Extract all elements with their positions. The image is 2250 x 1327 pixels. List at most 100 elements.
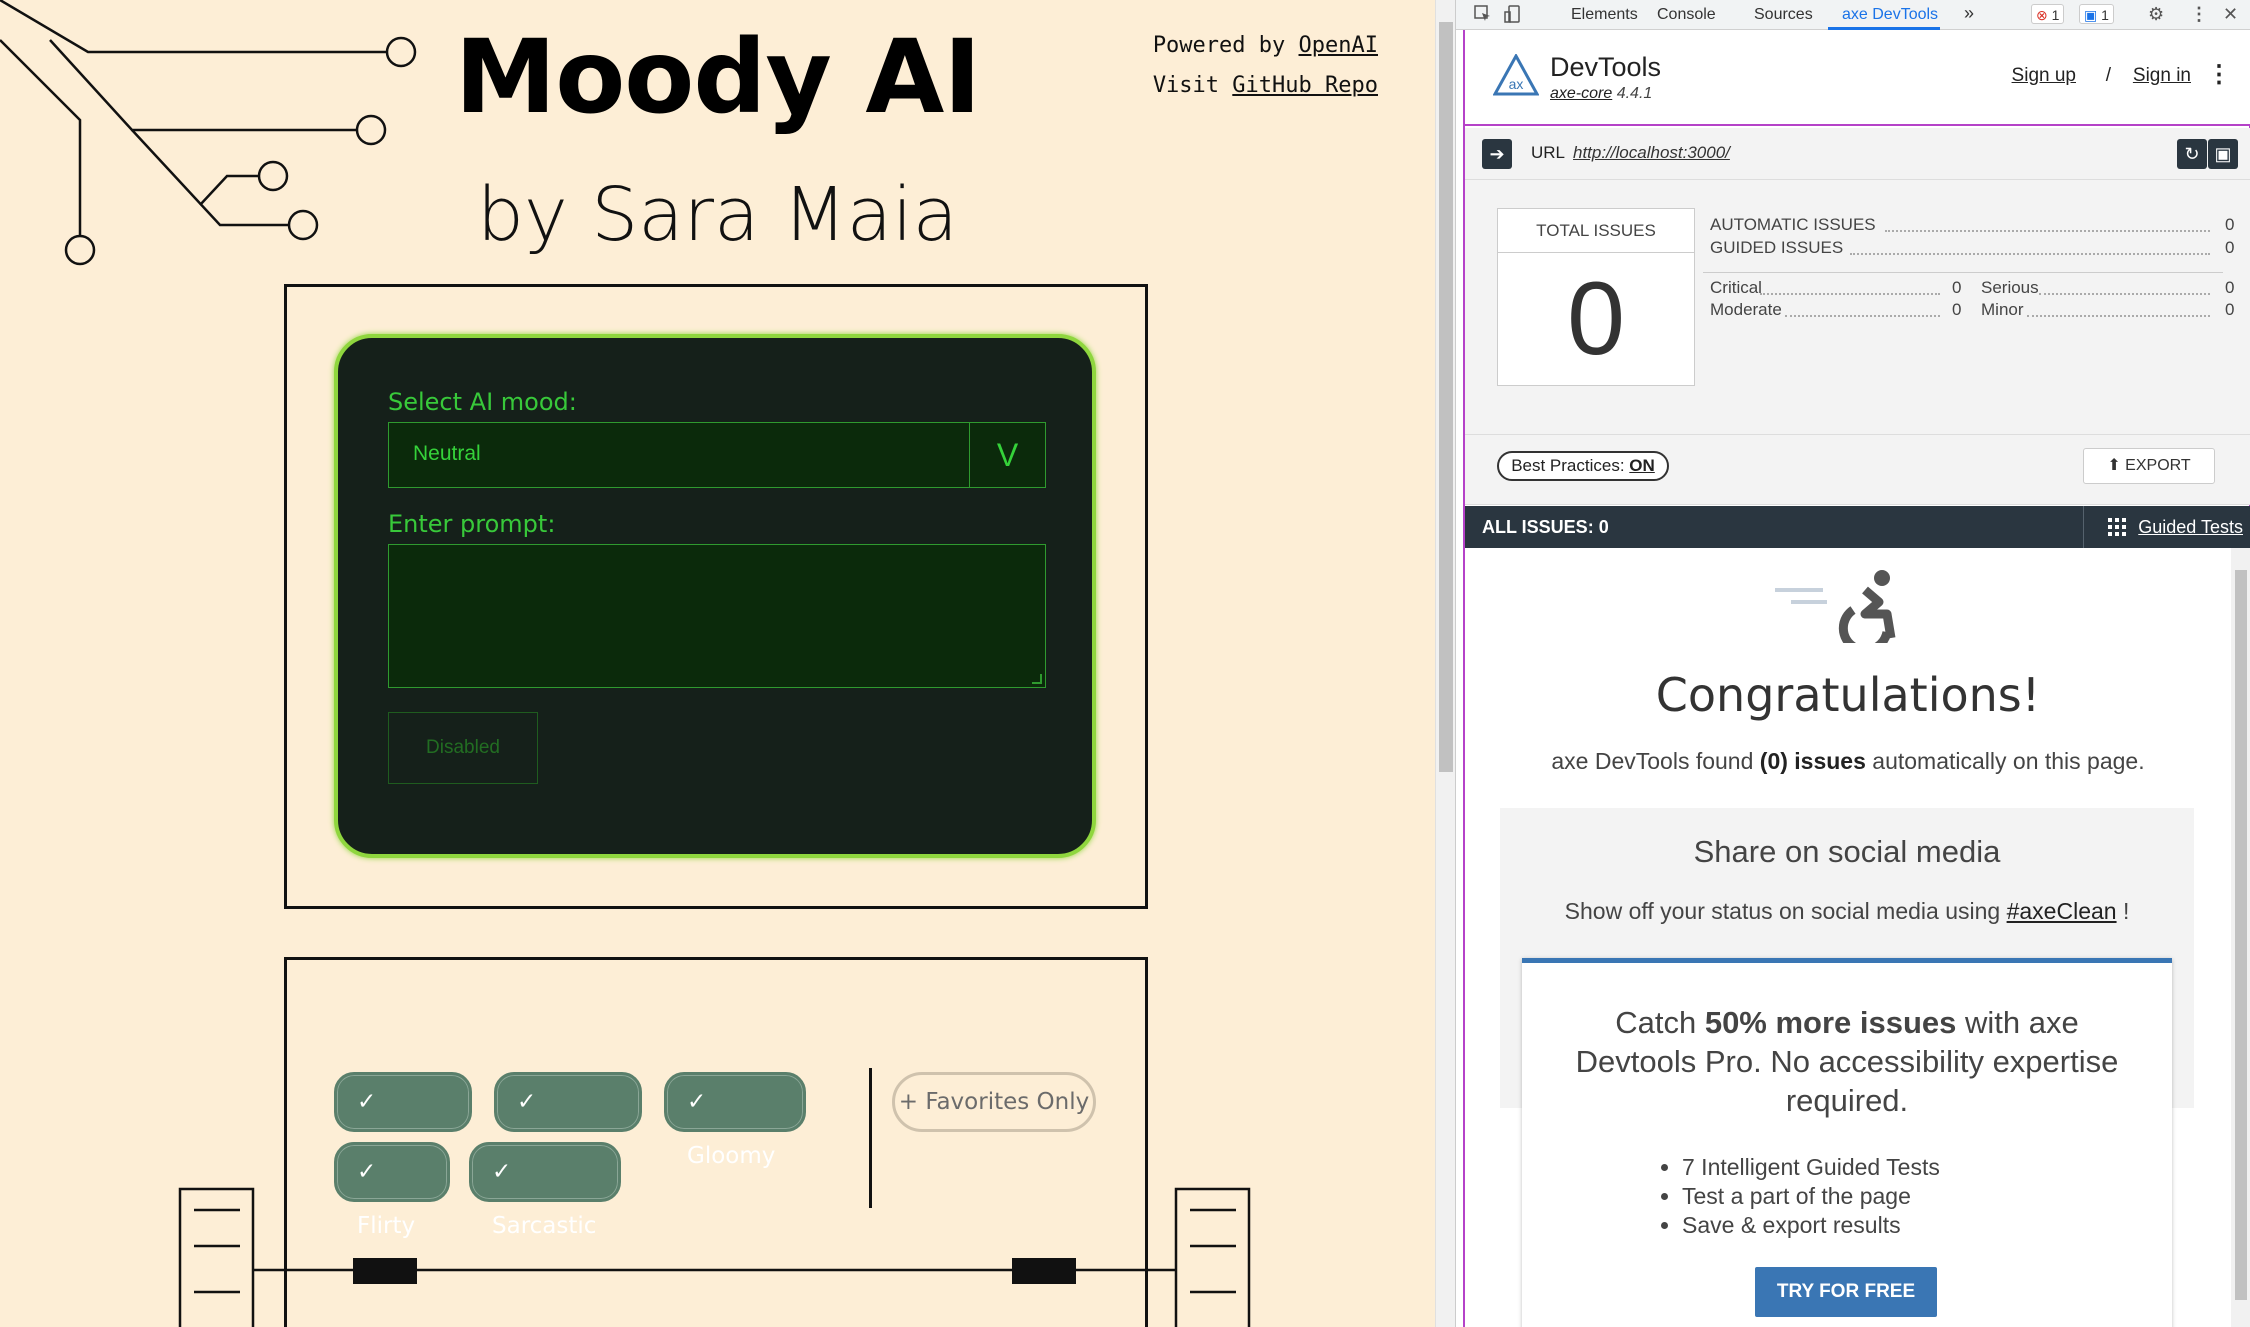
tab-elements[interactable]: Elements — [1571, 6, 1638, 24]
automatic-issues-label: AUTOMATIC ISSUES — [1710, 215, 1876, 234]
share-title: Share on social media — [1693, 834, 2001, 869]
moderate-label: Moderate — [1710, 300, 1782, 319]
message-count: 1 — [2101, 7, 2109, 23]
bottom-machine-decoration — [178, 1187, 1251, 1327]
close-icon[interactable]: ✕ — [2223, 4, 2238, 25]
back-arrow-icon[interactable]: ➔ — [1482, 139, 1512, 169]
mood-chip-neutral[interactable]: ✓ Neutral — [334, 1072, 472, 1169]
promo-feature: 7 Intelligent Guided Tests — [1682, 1153, 1940, 1182]
powered-prefix: Powered by — [1152, 33, 1299, 58]
all-issues-count: 0 — [1598, 517, 1609, 537]
axe-brand: DevTools — [1550, 52, 1662, 82]
congratulations-heading: Congratulations! — [1655, 668, 2041, 722]
promo-highlight: 50% more issues — [1704, 1005, 1957, 1040]
tab-axe-devtools[interactable]: axe DevTools — [1842, 6, 1938, 24]
url-label: URL — [1531, 143, 1566, 162]
minor-count: 0 — [2225, 300, 2235, 319]
try-for-free-button[interactable]: TRY FOR FREE — [1755, 1267, 1937, 1317]
mood-select-value: Neutral — [413, 442, 481, 465]
best-practices-toggle[interactable]: Best Practices: ON — [1497, 451, 1669, 481]
mood-chip-gloomy[interactable]: ✓ Gloomy — [664, 1072, 806, 1169]
total-issues-box: TOTAL ISSUES 0 — [1497, 208, 1695, 386]
guided-tests-link[interactable]: Guided Tests — [2108, 517, 2243, 538]
rescan-icon[interactable]: ↻ — [2177, 139, 2207, 169]
guided-issues-count: 0 — [2225, 238, 2235, 257]
critical-label: Critical — [1710, 278, 1762, 297]
devtools-panel: Elements Console Sources axe DevTools » … — [1455, 0, 2250, 1327]
promo-feature: Save & export results — [1682, 1211, 1940, 1240]
minor-label: Minor — [1981, 300, 2024, 319]
guided-tests-label: Guided Tests — [2138, 517, 2243, 537]
prompt-label: Enter prompt: — [388, 510, 556, 538]
mood-select[interactable]: Neutral V — [388, 422, 1046, 488]
more-tabs-button[interactable]: » — [1964, 3, 1974, 24]
export-label: EXPORT — [2125, 457, 2191, 474]
found-count: (0) issues — [1759, 748, 1866, 774]
moderate-count: 0 — [1952, 300, 1962, 319]
promo-text: Catch 50% more issues with axe Devtools … — [1552, 1003, 2142, 1120]
serious-label: Serious — [1981, 278, 2039, 297]
guided-dots — [1850, 253, 2210, 255]
inspect-icon[interactable] — [1473, 4, 1493, 24]
tab-sources[interactable]: Sources — [1754, 6, 1813, 24]
credits: Powered by OpenAI Visit GitHub Repo — [1153, 26, 1378, 106]
submit-button[interactable]: Disabled — [388, 712, 538, 784]
accessibility-icon — [1775, 570, 1896, 643]
save-icon[interactable]: ▣ — [2208, 139, 2238, 169]
auth-separator: / — [2105, 65, 2111, 86]
all-issues-text: ALL ISSUES: — [1482, 517, 1599, 537]
prompt-terminal: Select AI mood: Neutral V Enter prompt: … — [334, 334, 1096, 858]
total-issues-count: 0 — [1567, 261, 1625, 377]
found-prefix: axe DevTools found — [1551, 748, 1760, 774]
axe-core-link[interactable]: axe-core — [1550, 85, 1612, 102]
axe-clean-hashtag-link[interactable]: #axeClean — [2007, 898, 2117, 924]
axe-menu-icon[interactable]: ⋮ — [2207, 60, 2231, 89]
axe-core-number: 4.4.1 — [1616, 85, 1653, 102]
serious-dots — [2039, 293, 2210, 295]
message-badge[interactable]: ▣ 1 — [2079, 4, 2114, 24]
sign-up-link[interactable]: Sign up — [2012, 65, 2076, 87]
results-scrollbar[interactable] — [2231, 548, 2250, 1327]
axe-core-version: axe-core 4.4.1 — [1550, 85, 1652, 103]
page-scrollbar-thumb[interactable] — [1439, 22, 1453, 772]
prompt-textarea[interactable] — [388, 544, 1046, 688]
device-icon[interactable] — [1503, 4, 1523, 24]
promo-feature-list: 7 Intelligent Guided Tests Test a part o… — [1682, 1153, 1940, 1240]
minor-dots — [2027, 315, 2210, 317]
axe-header: ax DevTools axe-core 4.4.1 Sign up / Sig… — [1465, 30, 2250, 126]
pro-promo-card: Catch 50% more issues with axe Devtools … — [1522, 958, 2172, 1327]
best-practices-state: ON — [1629, 456, 1655, 475]
guided-issues-label: GUIDED ISSUES — [1710, 238, 1844, 257]
error-count: 1 — [2051, 7, 2060, 23]
total-issues-label: TOTAL ISSUES — [1498, 209, 1694, 253]
axe-logo-icon: ax — [1493, 54, 1539, 96]
summary-divider — [1703, 272, 2223, 273]
github-repo-link[interactable]: GitHub Repo — [1232, 73, 1378, 98]
error-badge[interactable]: ⊗ 1 — [2031, 4, 2065, 24]
grid-icon — [2108, 518, 2127, 536]
found-suffix: automatically on this page. — [1865, 748, 2145, 774]
automatic-issues-count: 0 — [2225, 215, 2235, 234]
all-issues-bar: ALL ISSUES: 0 Guided Tests — [1465, 506, 2250, 548]
mood-chip-cheerful[interactable]: ✓ Cheerful — [494, 1072, 642, 1169]
favorites-only-toggle[interactable]: + Favorites Only — [892, 1072, 1096, 1132]
promo-feature: Test a part of the page — [1682, 1182, 1940, 1211]
openai-link[interactable]: OpenAI — [1299, 33, 1378, 58]
page-scrollbar[interactable] — [1435, 0, 1455, 1327]
tab-console[interactable]: Console — [1657, 6, 1716, 24]
url-bar: ➔ URL http://localhost:3000/ ↻ ▣ — [1465, 128, 2250, 180]
export-button[interactable]: ⬆ EXPORT — [2083, 448, 2215, 484]
sign-in-link[interactable]: Sign in — [2133, 65, 2191, 87]
mood-select-arrow[interactable]: V — [969, 423, 1045, 487]
results-scrollbar-thumb[interactable] — [2235, 570, 2247, 1300]
bar-divider — [2083, 506, 2084, 548]
visit-prefix: Visit — [1152, 73, 1233, 98]
resize-grip-icon[interactable] — [1032, 674, 1042, 684]
upload-icon: ⬆ — [2107, 457, 2121, 474]
devtools-tabbar: Elements Console Sources axe DevTools » … — [1456, 0, 2250, 30]
kebab-icon[interactable]: ⋮ — [2190, 4, 2208, 25]
best-practices-label: Best Practices: — [1511, 456, 1630, 475]
issues-summary: TOTAL ISSUES 0 AUTOMATIC ISSUES 0 GUIDED… — [1465, 180, 2250, 505]
gear-icon[interactable]: ⚙ — [2148, 4, 2164, 25]
scanned-url-link[interactable]: http://localhost:3000/ — [1573, 143, 1730, 163]
